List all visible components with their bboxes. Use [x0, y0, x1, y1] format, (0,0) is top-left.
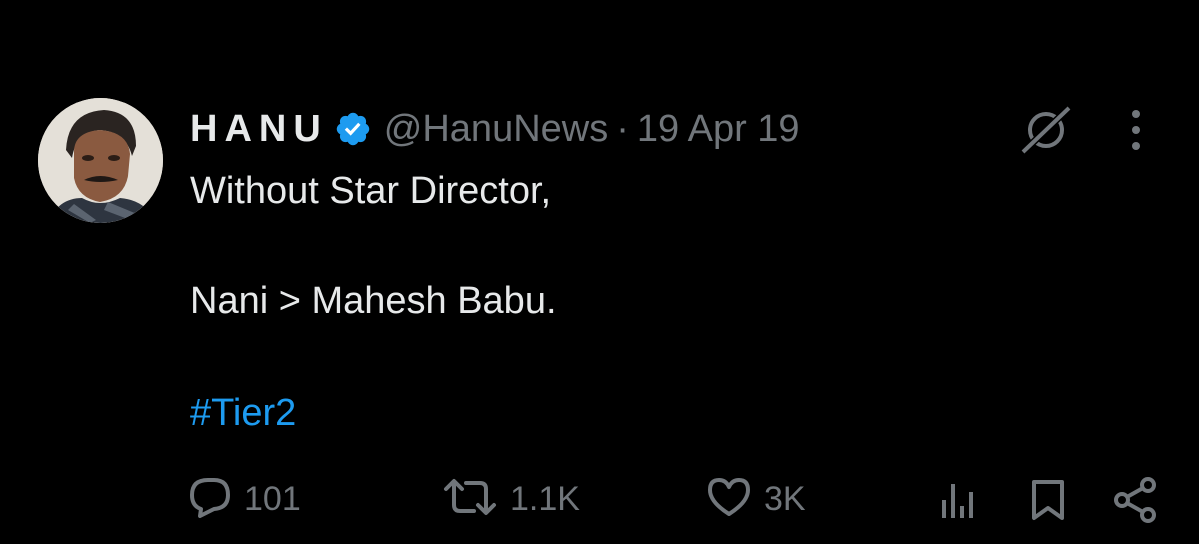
repost-button[interactable]: 1.1K: [442, 474, 580, 524]
verified-badge-icon: [334, 110, 372, 148]
avatar[interactable]: [38, 98, 163, 223]
more-icon[interactable]: [1128, 108, 1144, 152]
like-count: 3K: [764, 479, 806, 518]
tweet[interactable]: HANU @HanuNews · 19 Apr 19 Without Star …: [0, 0, 1199, 544]
tweet-date[interactable]: 19 Apr 19: [637, 108, 800, 151]
bookmark-icon[interactable]: [1027, 478, 1069, 522]
views-icon[interactable]: [940, 480, 974, 520]
user-handle[interactable]: @HanuNews: [384, 108, 608, 151]
display-name[interactable]: HANU: [190, 108, 328, 151]
tweet-header: HANU @HanuNews · 19 Apr 19: [190, 104, 800, 154]
repost-count: 1.1K: [510, 479, 580, 518]
hashtag-link[interactable]: #Tier2: [190, 392, 296, 435]
grok-icon[interactable]: [1015, 103, 1077, 157]
reply-button[interactable]: 101: [188, 474, 301, 524]
reply-count: 101: [244, 479, 301, 518]
share-icon[interactable]: [1112, 476, 1158, 524]
tweet-text-line: Without Star Director,: [190, 170, 552, 212]
repost-icon: [442, 477, 498, 522]
like-button[interactable]: 3K: [706, 474, 806, 524]
tweet-text-line: Nani > Mahesh Babu.: [190, 280, 557, 322]
like-icon: [706, 476, 752, 523]
reply-icon: [188, 476, 232, 523]
separator-dot: ·: [616, 107, 629, 150]
